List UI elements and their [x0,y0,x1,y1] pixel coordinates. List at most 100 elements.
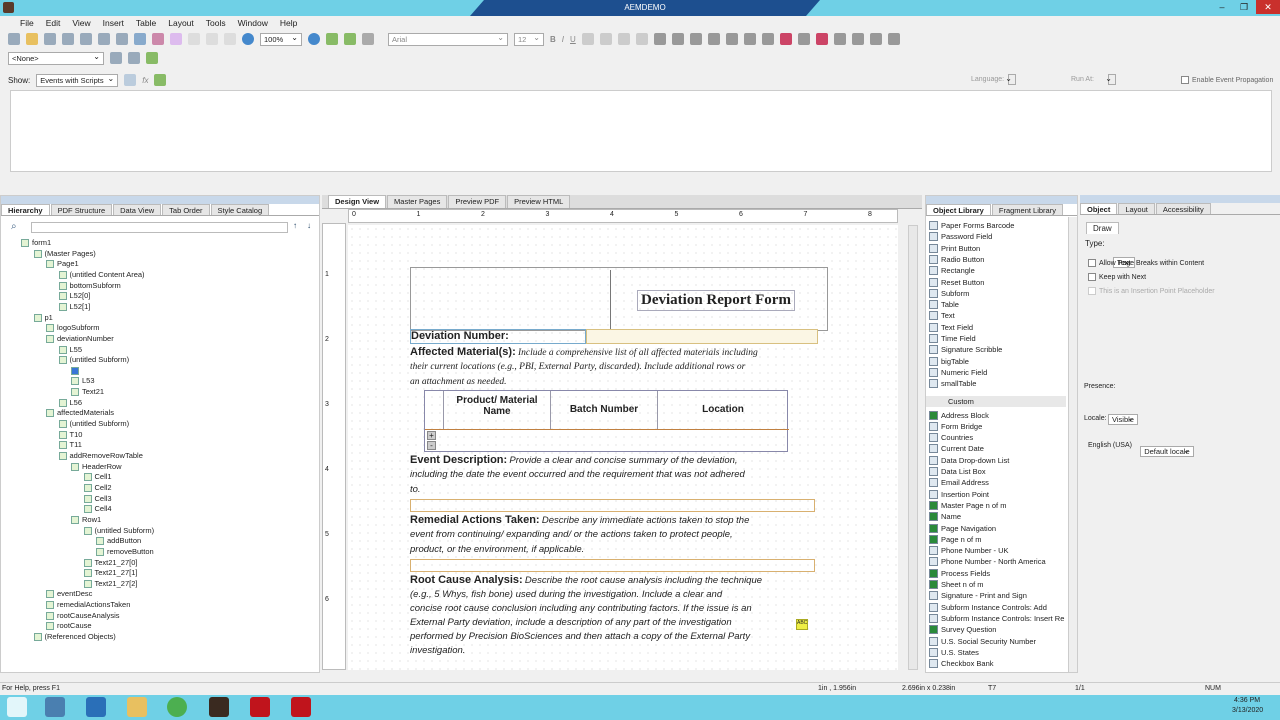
library-item[interactable]: Time Field [929,333,976,344]
root-cause-block[interactable]: Root Cause Analysis: Describe the root c… [410,573,820,670]
tree-item[interactable]: affectedMaterials [46,408,114,418]
library-item[interactable]: Subform [929,288,969,299]
tree-item[interactable]: Text21_27[1] [83,568,137,578]
restore-button[interactable]: ❐ [1234,0,1254,14]
menu-view[interactable]: View [72,16,90,30]
language-select[interactable] [1008,74,1016,85]
tree-item[interactable]: Page1 [46,259,79,269]
allow-page-breaks-checkbox[interactable]: Allow Page Breaks within Content [1088,259,1204,267]
syntax-check-icon[interactable] [154,74,167,86]
tab-hierarchy[interactable]: Hierarchy [1,204,50,215]
library-item[interactable]: Subform Instance Controls: Insert Re [929,613,1064,624]
justify-icon[interactable] [635,33,648,45]
library-item[interactable]: Current Date [929,443,984,454]
tree-item[interactable]: HeaderRow [71,462,122,472]
vertical-scrollbar[interactable] [908,225,918,670]
new-icon[interactable] [8,33,20,45]
font-select[interactable]: Arial [388,32,508,46]
save-icon[interactable] [44,33,56,45]
page-icon[interactable] [188,33,200,45]
tree-item[interactable]: (untitled Subform) [83,526,154,536]
tree-item[interactable]: form1 [21,238,51,248]
tree-item[interactable]: remedialActionsTaken [46,600,130,610]
grid-icon[interactable] [134,33,146,45]
menu-file[interactable]: File [20,16,34,30]
event-description-field[interactable] [410,499,815,512]
group-icon[interactable] [851,33,864,45]
tab-preview-pdf[interactable]: Preview PDF [448,195,507,208]
tree-item[interactable]: (untitled Subform) [58,419,129,429]
center-horizontal-icon[interactable] [725,33,738,45]
tree-item[interactable]: (Master Pages) [33,249,96,259]
library-item[interactable]: Table [929,299,959,310]
tree-item[interactable]: Text21_27[0] [83,558,137,568]
zoom-out-icon[interactable] [242,33,254,45]
library-item[interactable]: Data List Box [929,466,986,477]
run-at-select[interactable] [1108,74,1116,85]
tree-item[interactable]: addRemoveRowTable [58,451,143,461]
italic-button[interactable]: I [562,35,564,44]
tree-item[interactable] [71,366,82,376]
deviation-number-field[interactable] [586,329,818,344]
tab-object-library[interactable]: Object Library [926,204,991,215]
fit-width-icon[interactable] [224,33,236,45]
clock-date[interactable]: 3/13/2020 [1232,707,1263,714]
tab-accessibility[interactable]: Accessibility [1155,203,1211,214]
library-item[interactable]: Form Bridge [929,421,982,432]
powershell-icon[interactable] [86,697,106,717]
font-size-select[interactable]: 12 [514,32,544,46]
draw-subtab[interactable]: Draw [1086,222,1119,234]
tab-layout[interactable]: Layout [1118,203,1155,214]
open-icon[interactable] [26,33,38,45]
tree-item[interactable]: rootCause [46,621,92,631]
fit-height-icon[interactable] [206,33,218,45]
menu-edit[interactable]: Edit [46,16,61,30]
style-select[interactable]: <None> [8,51,104,65]
library-item[interactable]: bigTable [929,356,969,367]
library-item[interactable]: Countries [929,432,973,443]
zoom-select[interactable]: 100% [260,32,302,46]
library-item[interactable]: Survey Question [929,624,996,635]
snap-icon[interactable] [152,33,164,45]
tab-data-view[interactable]: Data View [113,204,162,215]
script-editor[interactable] [10,90,1272,172]
tab-object[interactable]: Object [1080,203,1118,214]
library-item[interactable]: Name [929,511,961,522]
tree-item[interactable]: bottomSubform [58,281,121,291]
library-item[interactable]: Phone Number - North America [929,556,1046,567]
library-item[interactable]: Page n of m [929,534,981,545]
library-item[interactable]: Print Button [929,243,980,254]
tab-pdf-structure[interactable]: PDF Structure [50,204,113,215]
library-item[interactable]: Rectangle [929,265,975,276]
hierarchy-search-input[interactable] [31,222,288,233]
menu-window[interactable]: Window [238,16,268,30]
designer-icon[interactable] [209,697,229,717]
tree-item[interactable]: L55 [58,345,82,355]
tree-item[interactable]: T11 [58,440,82,450]
tab-style-catalog[interactable]: Style Catalog [210,204,270,215]
tab-design-view[interactable]: Design View [328,195,387,208]
find-icon[interactable] [116,33,128,45]
library-item[interactable]: Radio Button [929,254,984,265]
start-icon[interactable] [7,697,27,717]
table-row[interactable] [425,429,789,453]
tree-item[interactable]: eventDesc [46,589,92,599]
tab-tab-order[interactable]: Tab Order [162,204,210,215]
align-bottom-icon[interactable] [707,33,720,45]
bold-button[interactable]: B [550,35,556,44]
align-center-icon[interactable] [599,33,612,45]
tree-item[interactable]: Text21 [71,387,104,397]
tree-item[interactable]: p1 [33,313,53,323]
remedial-actions-block[interactable]: Remedial Actions Taken: Describe any imm… [410,513,820,573]
remove-row-button[interactable]: - [427,441,436,450]
tree-item[interactable]: L56 [58,398,82,408]
library-item[interactable]: Password Field [929,231,992,242]
minimize-button[interactable]: – [1212,0,1232,14]
library-scrollbar[interactable] [1068,217,1077,672]
menu-help[interactable]: Help [280,16,297,30]
tree-item[interactable]: L52[0] [58,291,90,301]
remedial-actions-field[interactable] [410,559,815,572]
functions-list-icon[interactable] [124,74,137,86]
file-explorer-icon[interactable] [127,697,147,717]
event-description-block[interactable]: Event Description: Provide a clear and c… [410,453,820,513]
